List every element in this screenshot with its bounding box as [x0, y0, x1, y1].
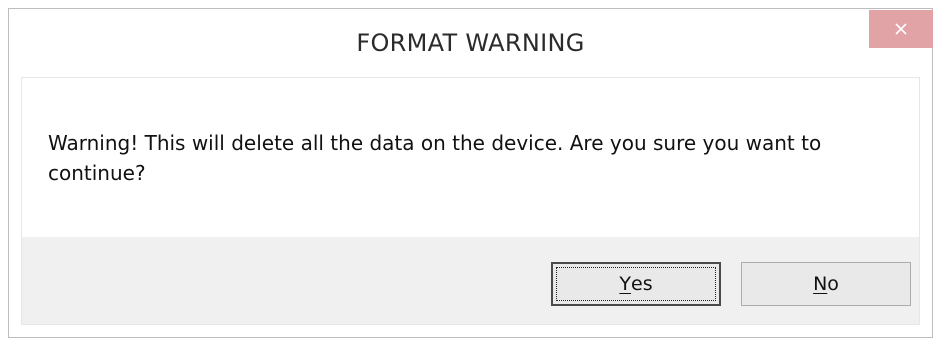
yes-button-label: es: [631, 273, 653, 295]
no-button-accelerator: N: [813, 273, 828, 295]
close-icon: [894, 22, 908, 36]
button-bar: Yes No: [22, 237, 919, 324]
no-button-label: o: [827, 273, 839, 295]
yes-button[interactable]: Yes: [551, 262, 721, 306]
dialog-content: Warning! This will delete all the data o…: [21, 77, 920, 325]
format-warning-dialog: FORMAT WARNING Warning! This will delete…: [8, 8, 933, 338]
dialog-titlebar[interactable]: FORMAT WARNING: [9, 9, 933, 77]
dialog-title: FORMAT WARNING: [356, 29, 585, 57]
warning-message: Warning! This will delete all the data o…: [48, 131, 822, 185]
close-button[interactable]: [869, 10, 933, 48]
yes-button-accelerator: Y: [619, 273, 631, 295]
no-button[interactable]: No: [741, 262, 911, 306]
